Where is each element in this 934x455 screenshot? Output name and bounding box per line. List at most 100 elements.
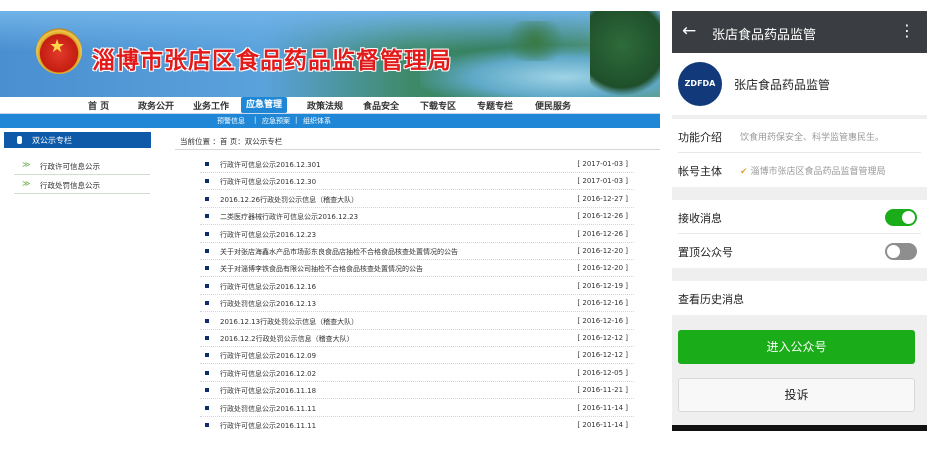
pin-account-toggle[interactable] [885, 243, 917, 260]
subnav-item[interactable]: 组织体系 [303, 116, 331, 126]
bullet-square-icon [205, 266, 209, 271]
avatar: ZDFDA [678, 62, 722, 106]
news-title[interactable]: 行政许可信息公示2016.12.02 [220, 369, 316, 379]
receive-messages-toggle[interactable] [885, 209, 917, 226]
nav-item[interactable]: 专题专栏 [477, 99, 513, 112]
news-row[interactable]: 行政许可信息公示2016.11.11 [ 2016-11-14 ] [200, 417, 634, 430]
double-chevron-right-icon: ≫ [22, 179, 31, 188]
subnav-item[interactable]: 应急预案 [262, 116, 290, 126]
news-date: [ 2016-12-12 ] [577, 334, 628, 342]
news-title[interactable]: 行政处罚信息公示2016.12.13 [220, 299, 316, 309]
wechat-profile-screen: ← 张店食品药品监管 ⋮ ZDFDA 张店食品药品监管 功能介绍 饮食用药保安全… [672, 11, 927, 431]
bullet-square-icon [205, 162, 209, 166]
news-row[interactable]: 行政许可信息公示2016.12.23 [ 2016-12-26 ] [200, 226, 634, 243]
bullet-square-icon [205, 283, 209, 288]
info-panel: 功能介绍 饮食用药保安全、科学监管惠民生。 帐号主体 ✔ 淄博市张店区食品药品监督… [672, 119, 927, 187]
news-title[interactable]: 关于对张店海鑫水产品市场彭东良食品店抽检不合格食品核查处置情况的公告 [220, 247, 458, 257]
bullet-square-icon [205, 423, 209, 427]
nav-item[interactable]: 便民服务 [535, 99, 571, 112]
divider [175, 149, 660, 150]
news-row[interactable]: 关于对淄博李铁食品有限公司抽检不合格食品核查处置情况的公告 [ 2016-12-2… [200, 260, 634, 278]
news-title[interactable]: 行政许可信息公示2016.11.18 [220, 386, 316, 396]
news-row[interactable]: 行政许可信息公示2016.12.16 [ 2016-12-19 ] [200, 278, 634, 295]
account-name: 张店食品药品监管 [734, 78, 831, 92]
nav-item[interactable]: 应急管理 [241, 97, 288, 113]
news-row[interactable]: 行政许可信息公示2016.12.02 [ 2016-12-05 ] [200, 365, 634, 382]
bullet-square-icon [205, 405, 209, 410]
news-row[interactable]: 关于对张店海鑫水产品市场彭东良食品店抽检不合格食品核查处置情况的公告 [ 2016… [200, 243, 634, 260]
national-emblem-icon [36, 28, 82, 74]
more-vertical-icon[interactable]: ⋮ [899, 21, 915, 40]
news-title[interactable]: 行政许可信息公示2016.12.301 [220, 160, 321, 170]
bullet-square-icon [205, 318, 209, 323]
heading-marker-icon [17, 136, 22, 144]
bullet-square-icon [205, 214, 209, 219]
enter-account-button[interactable]: 进入公众号 [678, 330, 915, 364]
receive-messages-label: 接收消息 [678, 212, 722, 225]
sidebar-heading: 双公示专栏 [4, 132, 151, 148]
owner-label: 帐号主体 [678, 165, 722, 178]
site-title: 淄博市张店区食品药品监督管理局 [92, 47, 452, 74]
sub-nav: 预警信息 | 应急预案 | 组织体系 [0, 114, 660, 128]
owner-value: 淄博市张店区食品药品监督管理局 [750, 167, 886, 177]
bullet-square-icon [205, 179, 209, 184]
breadcrumb: 当前位置 ：首 页：双公示专栏 [180, 137, 283, 146]
news-date: [ 2016-12-12 ] [577, 351, 628, 360]
subnav-item[interactable]: 预警信息 [217, 116, 245, 126]
history-row[interactable]: 查看历史消息 [678, 281, 921, 315]
nav-item[interactable]: 业务工作 [193, 99, 229, 112]
news-title[interactable]: 行政许可信息公示2016.12.09 [220, 351, 316, 361]
subnav-separator: | [295, 116, 298, 124]
news-date: [ 2016-12-16 ] [577, 299, 628, 308]
settings-panel: 接收消息 置顶公众号 [672, 200, 927, 268]
account-header: ZDFDA 张店食品药品监管 [672, 53, 927, 115]
news-row[interactable]: 2016.12.2行政处罚公示信息（稽查大队） [ 2016-12-12 ] [200, 330, 634, 347]
news-title[interactable]: 行政处罚信息公示2016.11.11 [220, 404, 316, 414]
news-title[interactable]: 关于对淄博李铁食品有限公司抽检不合格食品核查处置情况的公告 [220, 264, 423, 274]
nav-item[interactable]: 食品安全 [363, 99, 399, 112]
pin-account-label: 置顶公众号 [678, 246, 733, 259]
news-row[interactable]: 行政处罚信息公示2016.11.11 [ 2016-11-14 ] [200, 400, 634, 417]
news-row[interactable]: 2016.12.13行政处罚公示信息（稽查大队） [ 2016-12-16 ] [200, 313, 634, 330]
owner-row[interactable]: 帐号主体 ✔ 淄博市张店区食品药品监督管理局 [678, 153, 921, 187]
back-arrow-icon[interactable]: ← [682, 21, 696, 41]
news-row[interactable]: 行政处罚信息公示2016.12.13 [ 2016-12-16 ] [200, 295, 634, 313]
bullet-square-icon [205, 196, 209, 201]
verified-check-icon: ✔ [740, 167, 748, 177]
sidebar-item-license[interactable]: ≫ 行政许可信息公示 [14, 157, 150, 175]
news-title[interactable]: 行政许可信息公示2016.12.16 [220, 282, 316, 292]
bullet-square-icon [205, 231, 209, 236]
sidebar-item-label: 行政处罚信息公示 [40, 181, 100, 190]
news-row[interactable]: 行政许可信息公示2016.12.301 [ 2017-01-03 ] [200, 156, 634, 173]
top-bar-title: 张店食品药品监管 [712, 28, 817, 43]
nav-item[interactable]: 下载专区 [420, 99, 456, 112]
news-title[interactable]: 行政许可信息公示2016.11.11 [220, 421, 316, 430]
subnav-separator: | [254, 116, 257, 124]
nav-item[interactable]: 首 页 [88, 99, 109, 112]
news-row[interactable]: 行政许可信息公示2016.11.18 [ 2016-11-21 ] [200, 382, 634, 400]
nav-item[interactable]: 政策法规 [307, 99, 343, 112]
news-title[interactable]: 2016.12.2行政处罚公示信息（稽查大队） [220, 334, 354, 344]
news-date: [ 2017-01-03 ] [577, 177, 628, 186]
news-date: [ 2016-12-16 ] [577, 316, 628, 325]
news-title[interactable]: 行政许可信息公示2016.12.23 [220, 230, 316, 240]
sidebar-item-penalty[interactable]: ≫ 行政处罚信息公示 [14, 176, 150, 194]
news-row[interactable]: 二类医疗器械行政许可信息公示2016.12.23 [ 2016-12-26 ] [200, 208, 634, 226]
sidebar-item-label: 行政许可信息公示 [40, 162, 100, 171]
news-row[interactable]: 行政许可信息公示2016.12.09 [ 2016-12-12 ] [200, 347, 634, 365]
news-title[interactable]: 二类医疗器械行政许可信息公示2016.12.23 [220, 212, 358, 222]
history-panel[interactable]: 查看历史消息 [672, 281, 927, 315]
intro-label: 功能介绍 [678, 131, 722, 144]
news-row[interactable]: 2016.12.26行政处罚公示信息（稽查大队） [ 2016-12-27 ] [200, 191, 634, 208]
news-title[interactable]: 2016.12.13行政处罚公示信息（稽查大队） [220, 317, 358, 327]
intro-value: 饮食用药保安全、科学监管惠民生。 [740, 133, 885, 143]
news-row[interactable]: 行政许可信息公示2016.12.30 [ 2017-01-03 ] [200, 173, 634, 191]
news-date: [ 2016-12-27 ] [577, 194, 628, 203]
news-date: [ 2016-12-20 ] [577, 247, 628, 255]
news-title[interactable]: 2016.12.26行政处罚公示信息（稽查大队） [220, 195, 358, 205]
complain-button[interactable]: 投诉 [678, 378, 915, 412]
nav-item[interactable]: 政务公开 [138, 99, 174, 112]
bullet-square-icon [205, 388, 209, 393]
news-title[interactable]: 行政许可信息公示2016.12.30 [220, 177, 316, 187]
bullet-square-icon [205, 370, 209, 375]
